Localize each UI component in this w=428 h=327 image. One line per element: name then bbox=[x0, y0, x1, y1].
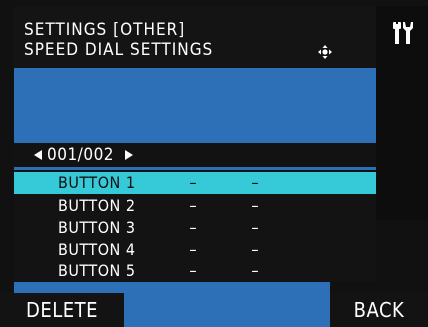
dial-value-1: – bbox=[189, 196, 197, 215]
title-bar: SETTINGS [OTHER] SPEED DIAL SETTINGS bbox=[14, 6, 376, 68]
list-item[interactable]: BUTTON 1 – – bbox=[14, 172, 376, 194]
button-label: BUTTON 2 bbox=[58, 196, 136, 215]
dial-value-2: – bbox=[251, 173, 259, 192]
back-button[interactable]: BACK bbox=[330, 293, 428, 327]
wrench-screwdriver-icon[interactable] bbox=[392, 20, 414, 46]
page-indicator: 001/002 bbox=[47, 145, 115, 165]
tools-sidebar bbox=[376, 6, 428, 220]
screen-title: SETTINGS [OTHER] bbox=[24, 20, 186, 40]
list-item[interactable]: BUTTON 5 – – bbox=[14, 260, 376, 282]
next-page-arrow-icon[interactable] bbox=[125, 150, 133, 160]
dial-value-2: – bbox=[251, 261, 259, 280]
button-label: BUTTON 4 bbox=[58, 240, 136, 259]
delete-button[interactable]: DELETE bbox=[0, 293, 124, 327]
dial-value-2: – bbox=[251, 240, 259, 259]
page-selector: 001/002 bbox=[14, 143, 376, 167]
dial-value-2: – bbox=[251, 218, 259, 237]
dial-value-1: – bbox=[189, 173, 197, 192]
dial-value-1: – bbox=[189, 218, 197, 237]
dial-value-1: – bbox=[189, 240, 197, 259]
dial-value-1: – bbox=[189, 261, 197, 280]
button-label: BUTTON 3 bbox=[58, 218, 136, 237]
screen-subtitle: SPEED DIAL SETTINGS bbox=[24, 40, 214, 60]
list-item[interactable]: BUTTON 3 – – bbox=[14, 217, 376, 239]
four-way-arrow-icon bbox=[318, 45, 332, 59]
list-item[interactable]: BUTTON 2 – – bbox=[14, 195, 376, 217]
previous-page-arrow-icon[interactable] bbox=[34, 150, 42, 160]
dial-value-2: – bbox=[251, 196, 259, 215]
button-label: BUTTON 1 bbox=[58, 173, 136, 192]
speed-dial-list: BUTTON 1 – – BUTTON 2 – – BUTTON 3 – – B… bbox=[14, 170, 376, 282]
device-screen: SETTINGS [OTHER] SPEED DIAL SETTINGS 001… bbox=[0, 0, 428, 327]
button-label: BUTTON 5 bbox=[58, 261, 136, 280]
list-item[interactable]: BUTTON 4 – – bbox=[14, 239, 376, 261]
